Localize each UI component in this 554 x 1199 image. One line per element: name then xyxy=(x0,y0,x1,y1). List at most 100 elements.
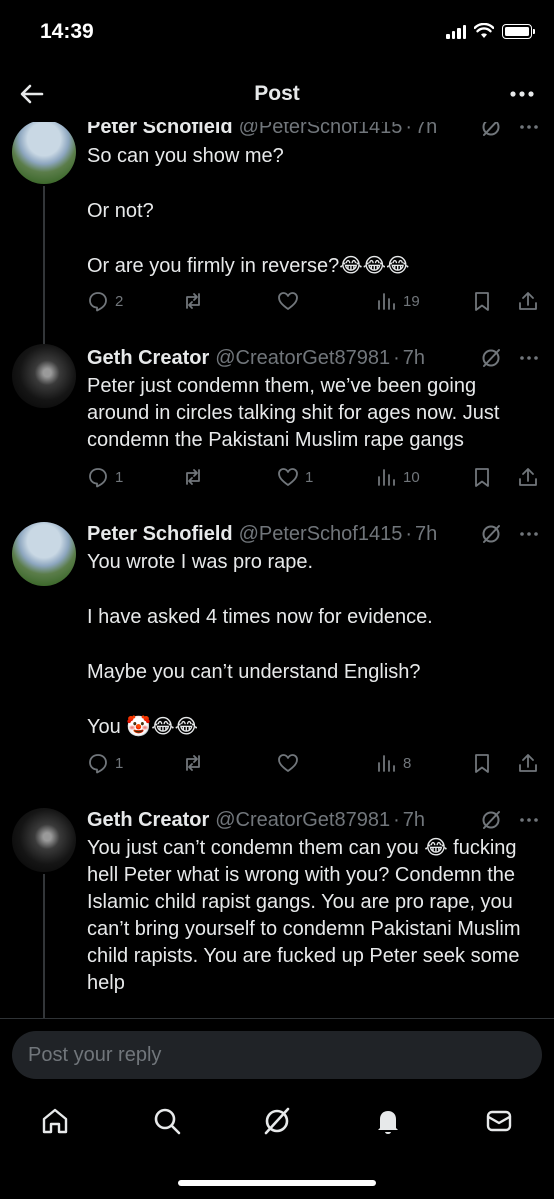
search-icon[interactable] xyxy=(152,1106,182,1136)
repost-button[interactable] xyxy=(182,290,210,312)
grok-icon[interactable] xyxy=(480,809,502,831)
grok-icon[interactable] xyxy=(480,122,502,138)
views-button[interactable]: 10 xyxy=(375,466,420,488)
avatar[interactable] xyxy=(12,808,76,872)
tweet-actions: 1 1 10 xyxy=(87,466,542,490)
status-time: 14:39 xyxy=(40,20,94,43)
share-button[interactable] xyxy=(517,752,539,774)
thread-line xyxy=(43,186,45,346)
author-name[interactable]: Geth Creator xyxy=(87,347,209,370)
tweet-header: Geth Creator @CreatorGet87981 · 7h xyxy=(87,807,540,833)
tweet-header: Geth Creator @CreatorGet87981 · 7h xyxy=(87,345,540,371)
post-time: 7h xyxy=(415,522,438,545)
avatar[interactable] xyxy=(12,344,76,408)
tweet-text: You wrote I was pro rape. I have asked 4… xyxy=(87,549,527,741)
home-indicator xyxy=(178,1180,376,1186)
heart-icon xyxy=(278,292,298,310)
avatar[interactable] xyxy=(12,522,76,586)
tweet[interactable]: Peter Schofield @PeterSchof1415 · 7h You… xyxy=(0,520,554,786)
reply-count: 2 xyxy=(115,292,124,310)
author-name[interactable]: Peter Schofield xyxy=(87,523,233,546)
avatar[interactable] xyxy=(12,122,76,184)
views-button[interactable]: 8 xyxy=(375,752,411,774)
reply-icon xyxy=(89,468,107,488)
repost-button[interactable] xyxy=(182,466,210,488)
share-icon xyxy=(519,468,537,486)
status-bar: 14:39 xyxy=(0,0,554,66)
tweet-line: You wrote I was pro rape. xyxy=(87,551,314,573)
bookmark-button[interactable] xyxy=(471,752,493,774)
tweet-more-icon[interactable] xyxy=(518,809,540,831)
repost-icon xyxy=(186,755,200,771)
thread-feed: Peter Schofield @PeterSchof1415 · 7h So … xyxy=(0,122,554,1018)
reply-count: 1 xyxy=(115,754,124,772)
tweet-line: Peter just condemn them, we’ve been goin… xyxy=(87,375,500,451)
tweet-line: Or are you firmly in reverse?😂😂😂 xyxy=(87,255,410,277)
more-options-icon[interactable] xyxy=(508,82,536,106)
cellular-signal-icon xyxy=(446,24,466,39)
reply-icon xyxy=(89,292,107,312)
grok-icon[interactable] xyxy=(480,347,502,369)
like-button[interactable] xyxy=(277,290,305,312)
separator-dot: · xyxy=(405,522,413,545)
author-name[interactable]: Geth Creator xyxy=(87,809,209,832)
like-button[interactable] xyxy=(277,752,305,774)
heart-icon xyxy=(278,754,298,772)
like-count: 1 xyxy=(305,468,314,486)
author-handle[interactable]: @CreatorGet87981 xyxy=(215,809,390,832)
author-handle[interactable]: @PeterSchof1415 xyxy=(239,122,403,139)
views-button[interactable]: 19 xyxy=(375,290,420,312)
repost-button[interactable] xyxy=(182,752,210,774)
page-title: Post xyxy=(254,82,300,105)
author-handle[interactable]: @CreatorGet87981 xyxy=(215,347,390,370)
tweet-line: You 🤡😂😂 xyxy=(87,716,198,738)
views-icon xyxy=(378,755,395,772)
separator-dot: · xyxy=(393,808,400,831)
share-button[interactable] xyxy=(517,466,539,488)
tweet-more-icon[interactable] xyxy=(518,347,540,369)
tweet-line: Or not? xyxy=(87,200,154,222)
repost-icon xyxy=(186,293,200,309)
notifications-icon[interactable] xyxy=(373,1106,403,1136)
bookmark-icon xyxy=(475,292,489,311)
home-icon[interactable] xyxy=(40,1106,70,1136)
post-time: 7h xyxy=(402,808,426,831)
bookmark-button[interactable] xyxy=(471,290,493,312)
post-time: 7h xyxy=(415,122,438,138)
author-name[interactable]: Peter Schofield xyxy=(87,122,233,139)
bookmark-icon xyxy=(475,754,489,773)
tweet-header: Peter Schofield @PeterSchof1415 · 7h xyxy=(87,521,540,547)
reply-count: 1 xyxy=(115,468,124,486)
view-count: 8 xyxy=(403,754,412,772)
reply-button[interactable]: 2 xyxy=(87,290,123,312)
reply-input[interactable] xyxy=(12,1031,542,1079)
separator-dot: · xyxy=(405,122,413,138)
tweet-line: So can you show me? xyxy=(87,145,284,167)
like-button[interactable]: 1 xyxy=(277,466,313,488)
bookmark-button[interactable] xyxy=(471,466,493,488)
separator-dot: · xyxy=(393,346,400,369)
author-handle[interactable]: @PeterSchof1415 xyxy=(239,523,403,546)
reply-icon xyxy=(89,754,107,774)
battery-icon xyxy=(502,23,535,39)
tweet-header: Peter Schofield @PeterSchof1415 · 7h xyxy=(87,122,540,140)
share-button[interactable] xyxy=(517,290,539,312)
top-header: Post xyxy=(0,66,554,122)
reply-button[interactable]: 1 xyxy=(87,466,123,488)
grok-icon[interactable] xyxy=(262,1106,292,1136)
tweet-text: So can you show me? Or not? Or are you f… xyxy=(87,143,527,280)
tweet[interactable]: Geth Creator @CreatorGet87981 · 7h Peter… xyxy=(0,344,554,506)
tweet-more-icon[interactable] xyxy=(518,523,540,545)
share-icon xyxy=(519,754,537,772)
messages-icon[interactable] xyxy=(484,1106,514,1136)
share-icon xyxy=(519,292,537,310)
tweet[interactable]: Peter Schofield @PeterSchof1415 · 7h So … xyxy=(0,122,554,346)
grok-icon[interactable] xyxy=(480,523,502,545)
tweet-line: I have asked 4 times now for evidence. xyxy=(87,606,433,628)
reply-bar xyxy=(0,1018,554,1088)
tweet[interactable]: Geth Creator @CreatorGet87981 · 7h You j… xyxy=(0,806,554,1018)
tweet-text: Peter just condemn them, we’ve been goin… xyxy=(87,373,527,454)
tweet-line: You just can’t condemn them can you 😂 fu… xyxy=(87,837,521,994)
tweet-more-icon[interactable] xyxy=(518,122,540,138)
reply-button[interactable]: 1 xyxy=(87,752,123,774)
